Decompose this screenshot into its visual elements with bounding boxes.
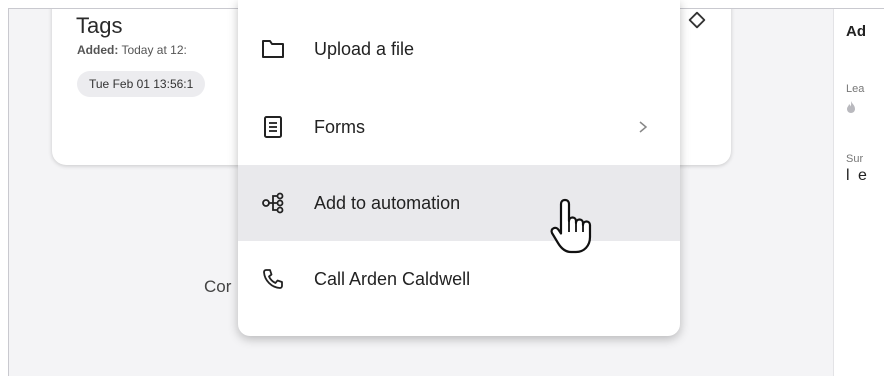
right-panel-label-2: Sur xyxy=(846,153,864,165)
menu-item-forms[interactable]: Forms xyxy=(238,89,680,165)
form-icon xyxy=(260,114,286,140)
menu-item-upload-file[interactable]: Upload a file xyxy=(238,11,680,87)
partial-background-text: Cor xyxy=(204,277,232,296)
menu-item-label: Upload a file xyxy=(314,38,415,59)
phone-icon xyxy=(260,266,286,292)
menu-item-call-contact[interactable]: Call Arden Caldwell xyxy=(238,241,680,317)
right-panel-value: l e xyxy=(846,167,869,184)
fire-icon xyxy=(847,101,855,113)
card-title: Tags xyxy=(76,13,123,38)
right-panel-title: Ad xyxy=(846,23,866,40)
card-added-meta: Added: Today at 12: xyxy=(77,43,187,57)
menu-item-add-to-automation[interactable]: Add to automation xyxy=(238,165,680,241)
menu-item-label: Forms xyxy=(314,116,365,137)
added-label: Added: xyxy=(77,43,119,57)
menu-item-label: Call Arden Caldwell xyxy=(314,268,471,289)
chevron-right-icon xyxy=(639,121,648,133)
automation-icon xyxy=(260,190,286,216)
context-menu: Upload a file Forms Add to automation Ca… xyxy=(238,0,680,336)
added-value: Today at 12: xyxy=(121,43,187,57)
hand-pointer-cursor-icon xyxy=(550,198,592,254)
right-panel-label: Lea xyxy=(846,83,865,95)
date-chip[interactable]: Tue Feb 01 13:56:1 xyxy=(77,71,206,97)
tag-icon[interactable] xyxy=(686,9,708,31)
right-panel: Ad Lea Sur l e xyxy=(833,9,884,376)
folder-icon xyxy=(260,36,286,62)
menu-item-label: Add to automation xyxy=(314,192,461,213)
